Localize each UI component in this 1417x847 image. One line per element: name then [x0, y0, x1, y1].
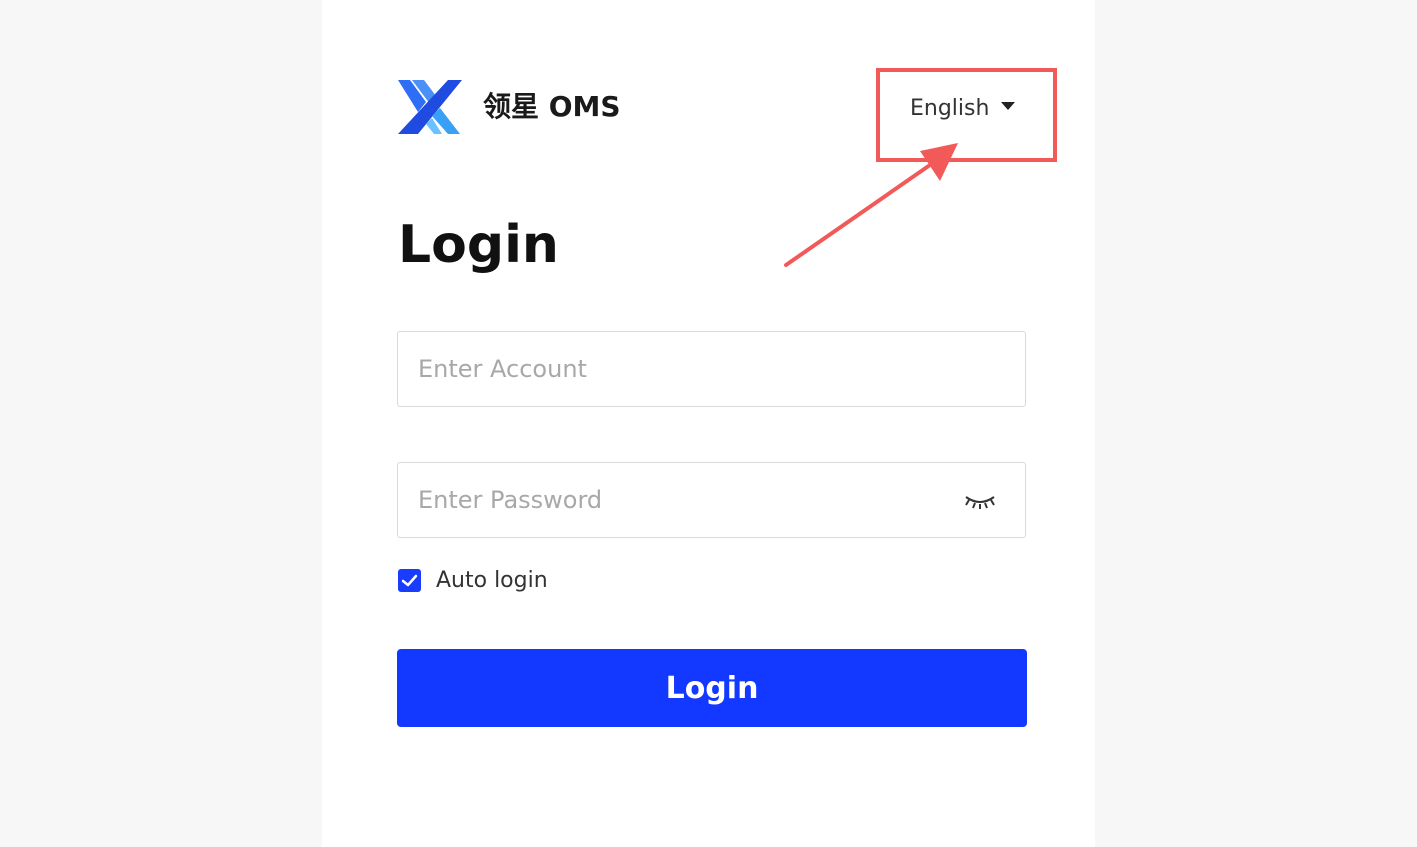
- eye-closed-icon[interactable]: [963, 491, 997, 511]
- account-input[interactable]: [418, 332, 938, 406]
- password-field-container: [397, 462, 1026, 538]
- lingxing-logo-icon: [398, 80, 462, 134]
- account-field-container: [397, 331, 1026, 407]
- annotation-arrow-icon: [784, 143, 958, 267]
- checkbox-checked-icon[interactable]: [398, 568, 421, 592]
- page-title: Login: [398, 215, 559, 275]
- auto-login-checkbox[interactable]: Auto login: [398, 567, 548, 593]
- brand-name: 领星 OMS: [483, 90, 621, 123]
- password-input[interactable]: [418, 463, 938, 537]
- login-button[interactable]: Login: [397, 649, 1027, 727]
- auto-login-label: Auto login: [436, 567, 548, 593]
